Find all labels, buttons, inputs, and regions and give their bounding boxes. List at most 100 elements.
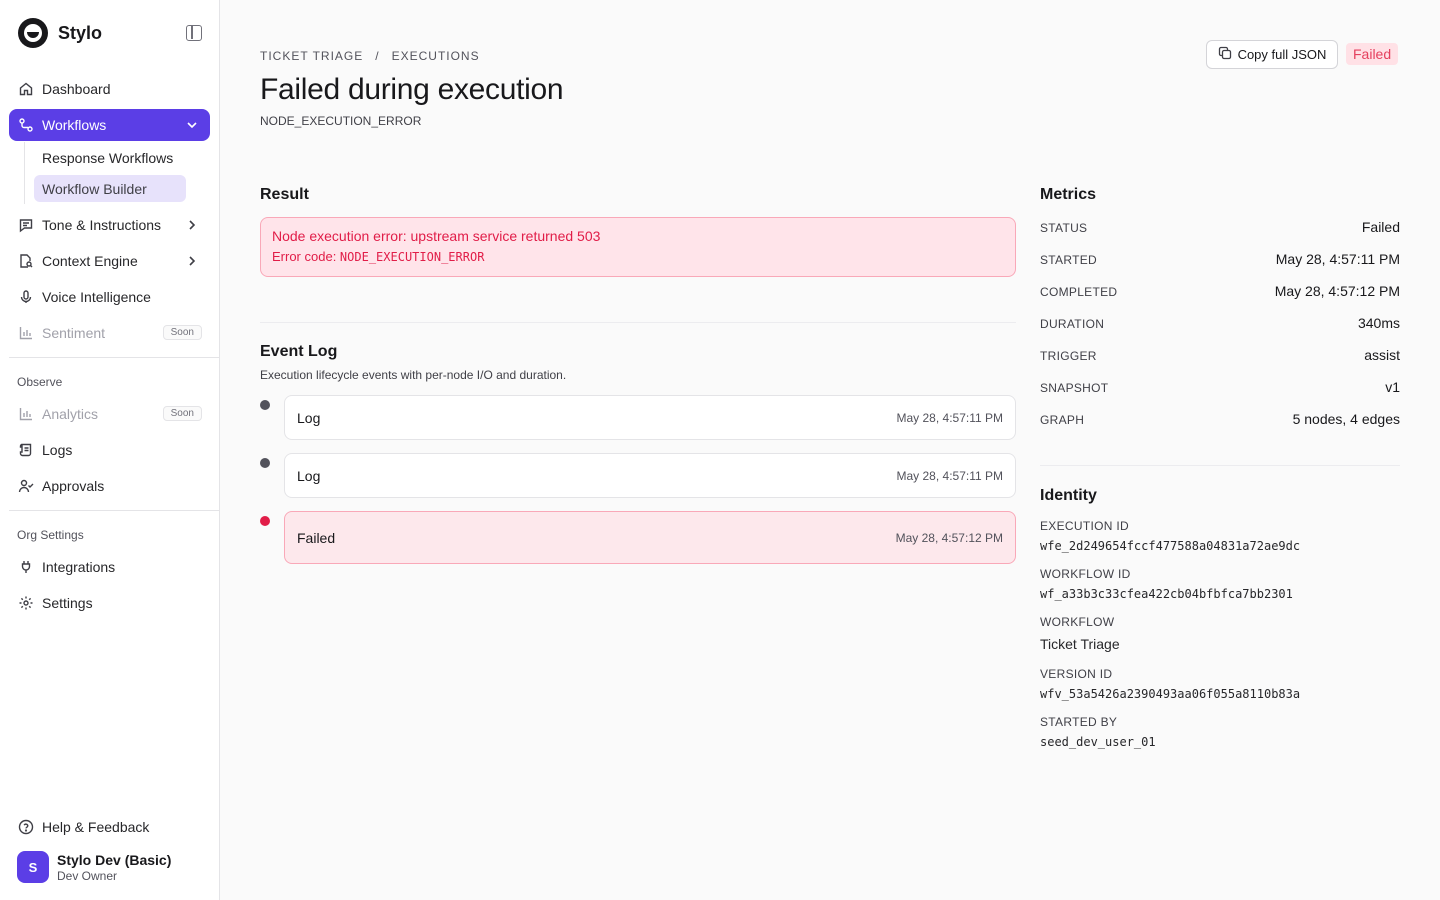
metric-value: v1 [1385,379,1400,395]
result-error-message: Node execution error: upstream service r… [272,228,601,244]
identity-key: EXECUTION ID [1040,519,1129,533]
user-menu[interactable]: S Stylo Dev (Basic) Dev Owner [17,851,171,883]
sidebar-item-analytics: Analytics Soon [9,398,210,430]
scroll-icon [18,442,34,458]
sidebar-item-integrations[interactable]: Integrations [9,551,210,583]
chevron-right-icon [184,217,200,233]
execution-id-value: wfe_2d249654fccf477588a04831a72ae9dc [1040,539,1301,553]
section-label-observe: Observe [17,375,63,389]
sidebar-item-settings[interactable]: Settings [9,587,210,619]
sidebar-item-logs[interactable]: Logs [9,434,210,466]
user-name: Stylo Dev (Basic) [57,851,172,868]
sidebar-item-workflows[interactable]: Workflows [9,109,210,141]
result-heading: Result [260,186,309,203]
user-check-icon [18,478,34,494]
event-row[interactable]: Log May 28, 4:57:11 PM [284,395,1016,440]
metric-value: 5 nodes, 4 edges [1292,411,1400,427]
stylo-logo-icon [18,18,48,48]
page-subtitle: NODE_EXECUTION_ERROR [260,114,422,128]
soon-badge: Soon [162,406,202,421]
sidebar-item-label: Workflows [42,117,107,133]
metric-row-duration: DURATION 340ms [1040,315,1400,331]
event-name: Log [297,409,321,426]
event-name: Failed [297,529,336,546]
breadcrumb-item-ticket-triage[interactable]: TICKET TRIAGE [260,49,363,63]
message-square-icon [18,217,34,233]
plug-icon [18,559,34,575]
sidebar-subitem-response-workflows[interactable]: Response Workflows [34,144,186,171]
chevron-right-icon [184,253,200,269]
metrics-heading: Metrics [1040,186,1097,203]
timeline-dot [260,400,270,410]
file-search-icon [18,253,34,269]
page-title: Failed during execution [260,73,564,106]
event-log-description: Execution lifecycle events with per-node… [260,368,567,382]
result-error-code: Error code: NODE_EXECUTION_ERROR [272,249,1004,264]
metric-row-completed: COMPLETED May 28, 4:57:12 PM [1040,283,1400,299]
identity-key: WORKFLOW ID [1040,567,1131,581]
identity-key: STARTED BY [1040,715,1118,729]
sidebar-item-approvals[interactable]: Approvals [9,470,210,502]
metric-key: COMPLETED [1040,285,1118,299]
started-by-value: seed_dev_user_01 [1040,735,1156,749]
sidebar-item-label: Voice Intelligence [42,289,151,305]
copy-json-button[interactable]: Copy full JSON [1206,40,1338,69]
sidebar-item-voice-intelligence[interactable]: Voice Intelligence [9,281,210,313]
workflow-icon [18,117,34,133]
event-name: Log [297,467,321,484]
identity-key: VERSION ID [1040,667,1113,681]
sidebar-item-context-engine[interactable]: Context Engine [9,245,210,277]
sidebar-item-tone-instructions[interactable]: Tone & Instructions [9,209,210,241]
event-log-heading: Event Log [260,343,338,360]
sidebar: Stylo Dashboard Workflows Response Workf… [0,0,220,900]
event-time: May 28, 4:57:11 PM [896,468,1004,483]
event-row-failed[interactable]: Failed May 28, 4:57:12 PM [284,511,1016,564]
sidebar-item-label: Context Engine [42,253,138,269]
error-code-value: NODE_EXECUTION_ERROR [339,250,485,264]
sidebar-toggle-icon[interactable] [186,25,202,41]
metric-key: STATUS [1040,221,1088,235]
sidebar-item-label: Settings [42,595,93,611]
brand[interactable]: Stylo [18,18,102,48]
workflow-id-value: wf_a33b3c33cfea422cb04bfbfca7bb2301 [1040,587,1293,601]
sidebar-item-label: Approvals [42,478,105,494]
metric-row-status: STATUS Failed [1040,219,1400,235]
sidebar-item-label: Help & Feedback [42,819,150,835]
sidebar-subitem-workflow-builder[interactable]: Workflow Builder [34,175,186,202]
metric-row-started: STARTED May 28, 4:57:11 PM [1040,251,1400,267]
timeline-dot-failed [260,516,270,526]
metric-value: 340ms [1357,315,1400,331]
metric-row-graph: GRAPH 5 nodes, 4 edges [1040,411,1400,427]
result-error-box: Node execution error: upstream service r… [260,217,1016,277]
identity-key: WORKFLOW [1040,615,1115,629]
metric-key: SNAPSHOT [1040,381,1109,395]
sidebar-item-sentiment: Sentiment Soon [9,317,210,349]
section-label-org-settings: Org Settings [17,528,84,542]
metric-row-snapshot: SNAPSHOT v1 [1040,379,1400,395]
breadcrumb: TICKET TRIAGE / EXECUTIONS [260,49,480,63]
metric-value: assist [1364,347,1400,363]
error-code-prefix: Error code: [272,249,340,264]
sidebar-item-label: Integrations [42,559,116,575]
timeline-dot [260,458,270,468]
sidebar-item-dashboard[interactable]: Dashboard [9,73,210,105]
submenu-guide [24,142,25,204]
sidebar-item-label: Logs [42,442,73,458]
breadcrumb-item-executions[interactable]: EXECUTIONS [392,49,480,63]
status-badge: Failed [1346,43,1399,65]
home-icon [18,81,34,97]
section-divider [260,322,1016,323]
event-row[interactable]: Log May 28, 4:57:11 PM [284,453,1016,498]
gear-icon [18,595,34,611]
metric-key: STARTED [1040,253,1097,267]
bar-chart-icon [18,325,34,341]
section-divider [1040,465,1400,466]
event-time: May 28, 4:57:11 PM [896,410,1004,425]
identity-heading: Identity [1040,487,1097,504]
help-circle-icon [18,819,34,835]
sidebar-item-help-feedback[interactable]: Help & Feedback [9,811,210,843]
copy-icon [1218,46,1232,63]
user-role: Dev Owner [57,868,118,883]
sidebar-divider [9,357,219,358]
sidebar-item-label: Tone & Instructions [42,217,162,233]
